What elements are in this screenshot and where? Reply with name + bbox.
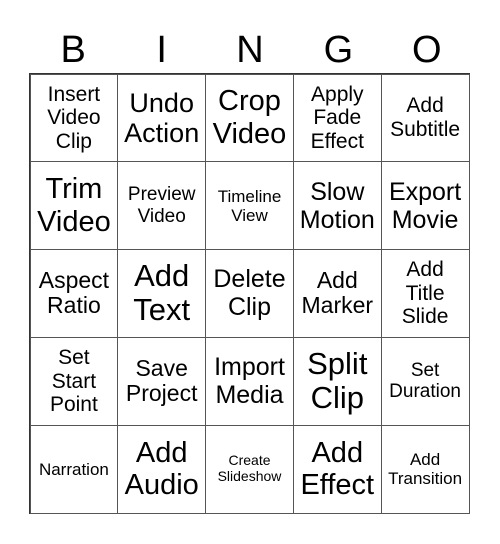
bingo-cell[interactable]: Slow Motion (292, 161, 382, 251)
bingo-cell[interactable]: Set Start Point (29, 336, 119, 426)
bingo-cell[interactable]: Timeline View (205, 161, 294, 251)
bingo-cell[interactable]: Narration (29, 424, 119, 514)
bingo-cell[interactable]: Undo Action (117, 73, 207, 163)
bingo-cell[interactable]: Save Project (117, 336, 207, 426)
bingo-cell[interactable]: Add Effect (292, 424, 382, 514)
header-letter-b: B (60, 29, 86, 71)
bingo-grid: Insert Video Clip Undo Action Crop Video… (29, 73, 470, 514)
bingo-cell[interactable]: Add Marker (292, 249, 382, 338)
bingo-cell[interactable]: Split Clip (292, 336, 382, 426)
bingo-cell[interactable]: Add Transition (380, 424, 470, 514)
bingo-cell[interactable]: Export Movie (380, 161, 470, 251)
bingo-cell[interactable]: Import Media (205, 336, 294, 426)
bingo-cell[interactable]: Add Title Slide (380, 249, 470, 338)
bingo-cell[interactable]: Add Audio (117, 424, 207, 514)
header-letter-i: I (156, 29, 167, 71)
bingo-cell[interactable]: Apply Fade Effect (292, 73, 382, 163)
header-letter-o: O (412, 29, 442, 71)
header-letter-n: N (236, 29, 264, 71)
bingo-cell[interactable]: Delete Clip (205, 249, 294, 338)
bingo-cell[interactable]: Create Slideshow (205, 424, 294, 514)
bingo-cell[interactable]: Set Duration (380, 336, 470, 426)
bingo-cell[interactable]: Aspect Ratio (29, 249, 119, 338)
bingo-cell[interactable]: Preview Video (117, 161, 207, 251)
bingo-cell[interactable]: Add Text (117, 249, 207, 338)
bingo-cell[interactable]: Trim Video (29, 161, 119, 251)
bingo-cell[interactable]: Add Subtitle (380, 73, 470, 163)
header-letter-g: G (323, 29, 354, 71)
bingo-cell[interactable]: Crop Video (205, 73, 294, 163)
bingo-header: B I N G O (29, 28, 471, 72)
bingo-cell[interactable]: Insert Video Clip (29, 73, 119, 163)
